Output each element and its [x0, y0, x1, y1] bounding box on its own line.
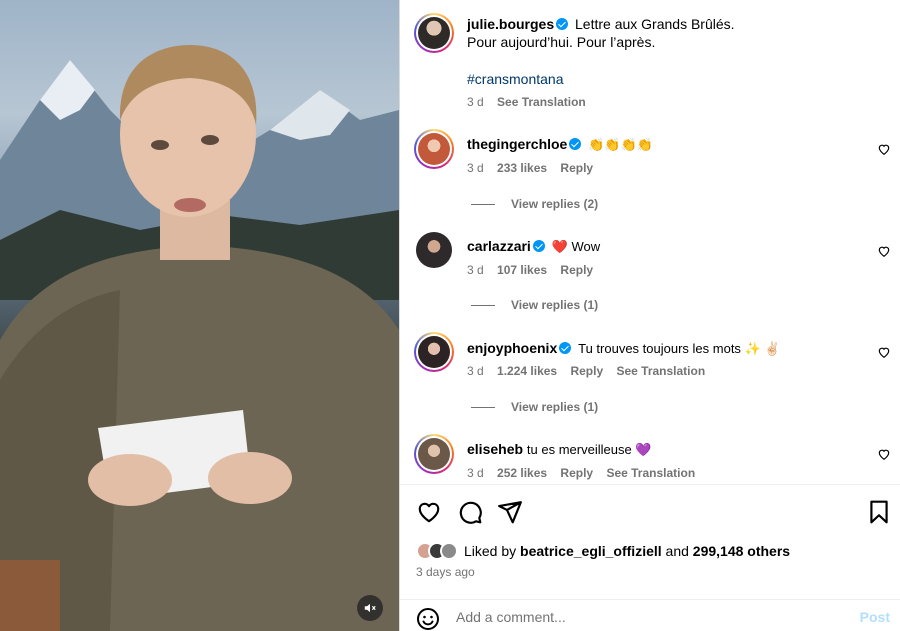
likes-summary: Liked by beatrice_egli_offiziell and 299… — [416, 542, 790, 560]
likes-others-link[interactable]: 299,148 others — [693, 543, 790, 559]
view-replies-button[interactable]: View replies (2) — [471, 197, 598, 211]
author-username[interactable]: julie.bourges — [467, 16, 554, 32]
comment-icon[interactable] — [457, 499, 483, 525]
comment-text: ❤️ Wow — [551, 239, 601, 254]
comment-age: 3 d — [467, 466, 484, 480]
comment-like-heart-icon[interactable] — [877, 447, 891, 461]
comment-reply-button[interactable]: Reply — [560, 161, 593, 175]
comment-age: 3 d — [467, 364, 484, 378]
comment-username[interactable]: thegingerchloe — [467, 136, 567, 152]
bookmark-icon[interactable] — [866, 499, 892, 525]
post-date: 3 days ago — [416, 565, 475, 579]
caption-line-2: Pour aujourd’hui. Pour l’après. — [467, 34, 656, 50]
caption-line-1: Lettre aux Grands Brûlés. — [575, 16, 735, 32]
add-comment-bar: Post — [400, 599, 900, 631]
comment-username[interactable]: eliseheb — [467, 441, 523, 457]
commenter-avatar[interactable] — [414, 434, 454, 474]
comment-text: Tu trouves toujours les mots ✨ ✌🏻 — [578, 341, 781, 356]
post-video[interactable] — [0, 0, 399, 631]
comment-like-heart-icon[interactable] — [877, 244, 891, 258]
post-panel: julie.bourges Lettre aux Grands Brûlés. … — [399, 0, 900, 631]
liked-by-label: Liked by — [464, 543, 517, 559]
comment-likes[interactable]: 233 likes — [497, 161, 547, 175]
commenter-avatar[interactable] — [414, 129, 454, 169]
commenter-avatar[interactable] — [414, 332, 454, 372]
mute-icon — [364, 603, 376, 613]
caption-age: 3 d — [467, 95, 484, 109]
post-button[interactable]: Post — [860, 609, 890, 625]
hashtag-link[interactable]: #cransmontana — [467, 71, 564, 87]
liker-username[interactable]: beatrice_egli_offiziell — [520, 543, 662, 559]
comment-age: 3 d — [467, 161, 484, 175]
share-icon[interactable] — [497, 499, 523, 525]
person-figure — [0, 45, 399, 631]
comment-username[interactable]: enjoyphoenix — [467, 340, 557, 356]
mute-button[interactable] — [357, 595, 383, 621]
heart-icon[interactable] — [416, 499, 442, 525]
verified-icon — [556, 18, 569, 30]
avatar — [440, 542, 458, 560]
comment-text: tu es merveilleuse 💜 — [526, 442, 652, 457]
comment-text: 👏👏👏👏 — [588, 137, 653, 152]
comment-likes[interactable]: 1.224 likes — [497, 364, 557, 378]
comment-reply-button[interactable]: Reply — [570, 364, 603, 378]
comment-reply-button[interactable]: Reply — [560, 466, 593, 480]
comment-see-translation[interactable]: See Translation — [616, 364, 705, 378]
comment-age: 3 d — [467, 263, 484, 277]
comment-reply-button[interactable]: Reply — [560, 263, 593, 277]
verified-icon — [559, 342, 572, 354]
view-replies-button[interactable]: View replies (1) — [471, 298, 598, 312]
comments-list[interactable]: julie.bourges Lettre aux Grands Brûlés. … — [400, 0, 900, 484]
comment-like-heart-icon[interactable] — [877, 345, 891, 359]
comment-username[interactable]: carlazzari — [467, 238, 531, 254]
comment-see-translation[interactable]: See Translation — [606, 466, 695, 480]
comment-likes[interactable]: 107 likes — [497, 263, 547, 277]
emoji-icon[interactable] — [416, 607, 440, 631]
comment-like-heart-icon[interactable] — [877, 142, 891, 156]
commenter-avatar[interactable] — [414, 230, 454, 270]
comment-input[interactable] — [456, 609, 836, 625]
author-avatar[interactable] — [414, 13, 454, 53]
post-actions: Liked by beatrice_egli_offiziell and 299… — [400, 484, 900, 631]
verified-icon — [569, 138, 582, 150]
verified-icon — [532, 240, 545, 252]
comment-likes[interactable]: 252 likes — [497, 466, 547, 480]
view-replies-button[interactable]: View replies (1) — [471, 400, 598, 414]
caption-see-translation[interactable]: See Translation — [497, 95, 586, 109]
liked-by-and: and — [665, 543, 689, 559]
liker-avatars[interactable] — [416, 542, 458, 560]
